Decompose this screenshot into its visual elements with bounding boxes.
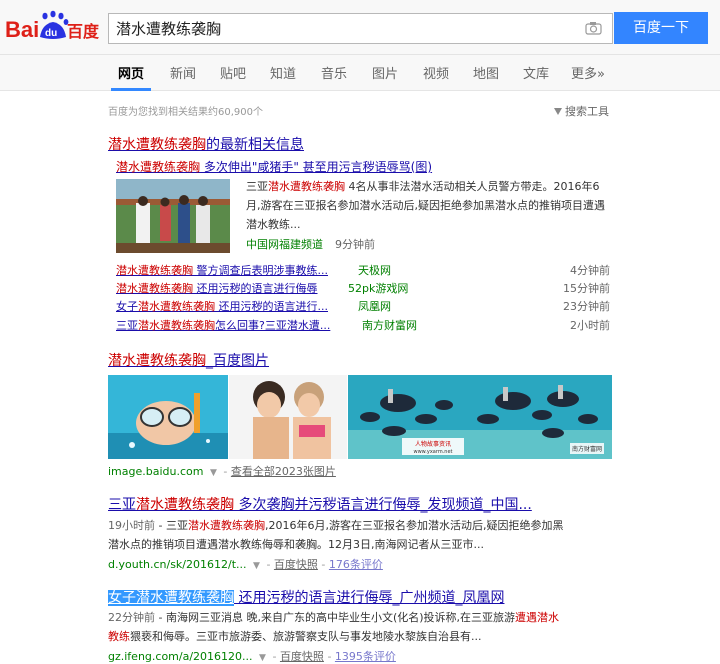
result-2-url: gz.ifeng.com/a/2016120...: [108, 650, 253, 663]
image-watermark-1b: www.yxarm.net: [413, 449, 452, 455]
view-all-images-link[interactable]: 查看全部2023张图片: [231, 465, 336, 478]
logo-text-du: du: [45, 28, 57, 39]
camera-icon[interactable]: [585, 21, 602, 35]
image-thumb-1[interactable]: [108, 375, 228, 459]
caret-down-icon[interactable]: ▼: [210, 468, 217, 478]
news-item-4[interactable]: 三亚潜水遭教练袭胸怎么回事?三亚潜水遭...: [116, 317, 330, 333]
result-1-abstract: 19小时前 - 三亚潜水遭教练袭胸,2016年6月,游客在三亚报名参加潜水活动后…: [108, 519, 564, 551]
result-2-abstract: 22分钟前 - 南海网三亚消息 晚,来自广东的高中毕业生小文(化名)投诉称,在三…: [108, 611, 560, 643]
baidu-logo[interactable]: Bai du 百度: [5, 8, 101, 44]
image-block-domain: image.baidu.com: [108, 465, 204, 478]
news-item-4-time: 2小时前: [570, 319, 610, 332]
logo-text-cn: 百度: [67, 22, 100, 41]
caret-down-icon[interactable]: ▼: [253, 561, 260, 571]
result-2-reviews-link[interactable]: 1395条评价: [335, 650, 396, 663]
result-1-reviews-link[interactable]: 176条评价: [329, 558, 383, 571]
search-tools-button[interactable]: 搜索工具: [554, 103, 609, 119]
image-block-meta: image.baidu.com ▼ - 查看全部2023张图片: [108, 465, 336, 478]
result-1-snapshot-link[interactable]: 百度快照: [274, 558, 318, 571]
news-item-1-source: 天极网: [358, 264, 391, 277]
news-featured-abstract: 三亚潜水遭教练袭胸 4名从事非法潜水活动相关人员警方带走。2016年6月,游客在…: [246, 180, 605, 231]
funnel-icon: [554, 108, 562, 115]
result-1-title[interactable]: 三亚潜水遭教练袭胸 多次袭胸并污秽语言进行侮辱_发现频道_中国...: [108, 494, 532, 514]
tab-web[interactable]: 网页: [118, 63, 144, 82]
image-thumb-3[interactable]: 人物故事资讯 www.yxarm.net 南方财富网: [348, 375, 612, 459]
news-item-4-source: 南方财富网: [362, 319, 417, 332]
search-box: [108, 13, 613, 44]
news-featured-source: 中国网福建频道 9分钟前: [246, 238, 375, 251]
news-item-1[interactable]: 潜水遭教练袭胸 警方调查后表明涉事教练...: [116, 262, 328, 278]
result-1-url: d.youth.cn/sk/201612/t...: [108, 558, 247, 571]
active-tab-indicator: [111, 88, 151, 91]
tab-images[interactable]: 图片: [372, 63, 398, 82]
search-button[interactable]: 百度一下: [614, 12, 708, 44]
tab-tieba[interactable]: 贴吧: [220, 63, 246, 82]
news-featured-link[interactable]: 潜水遭教练袭胸 多次伸出"咸猪手" 甚至用污言秽语辱骂(图): [116, 158, 432, 175]
result-1-meta: d.youth.cn/sk/201612/t... ▼ - 百度快照 - 176…: [108, 558, 383, 571]
result-2-title[interactable]: 女子潜水遭教练袭胸 还用污秽的语言进行侮辱_广州频道_凤凰网: [108, 587, 504, 607]
news-item-1-time: 4分钟前: [570, 264, 610, 277]
tab-video[interactable]: 视频: [423, 63, 449, 82]
tab-more[interactable]: 更多»: [571, 63, 605, 82]
search-tools-label: 搜索工具: [565, 105, 609, 118]
tab-map[interactable]: 地图: [473, 63, 499, 82]
news-item-3-time: 23分钟前: [563, 300, 610, 313]
search-input[interactable]: [109, 14, 579, 43]
image-thumb-2[interactable]: [229, 375, 347, 459]
result-2-snapshot-link[interactable]: 百度快照: [280, 650, 324, 663]
logo-text-bai: Bai: [5, 17, 39, 42]
caret-down-icon[interactable]: ▼: [259, 653, 266, 663]
news-item-2-source: 52pk游戏网: [348, 282, 409, 295]
tab-zhidao[interactable]: 知道: [270, 63, 296, 82]
news-item-3[interactable]: 女子潜水遭教练袭胸 还用污秽的语言进行...: [116, 298, 328, 314]
image-block-title[interactable]: 潜水遭教练袭胸_百度图片: [108, 350, 269, 370]
result-count: 百度为您找到相关结果约60,900个: [108, 107, 263, 118]
tab-wenku[interactable]: 文库: [523, 63, 549, 82]
news-block-title[interactable]: 潜水遭教练袭胸的最新相关信息: [108, 134, 304, 154]
search-nav: 网页 新闻 贴吧 知道 音乐 图片 视频 地图 文库 更多»: [0, 55, 720, 91]
header: Bai du 百度 百度一下: [0, 0, 720, 55]
image-watermark-2: 南方财富网: [572, 445, 602, 453]
result-2-meta: gz.ifeng.com/a/2016120... ▼ - 百度快照 - 139…: [108, 650, 396, 663]
tab-news[interactable]: 新闻: [170, 63, 196, 82]
news-item-2-time: 15分钟前: [563, 282, 610, 295]
tab-music[interactable]: 音乐: [321, 63, 347, 82]
news-thumbnail[interactable]: [116, 179, 230, 253]
image-watermark-1: 人物故事资讯: [415, 440, 451, 448]
news-item-3-source: 凤凰网: [358, 300, 391, 313]
news-item-2[interactable]: 潜水遭教练袭胸 还用污秽的语言进行侮辱: [116, 280, 318, 296]
